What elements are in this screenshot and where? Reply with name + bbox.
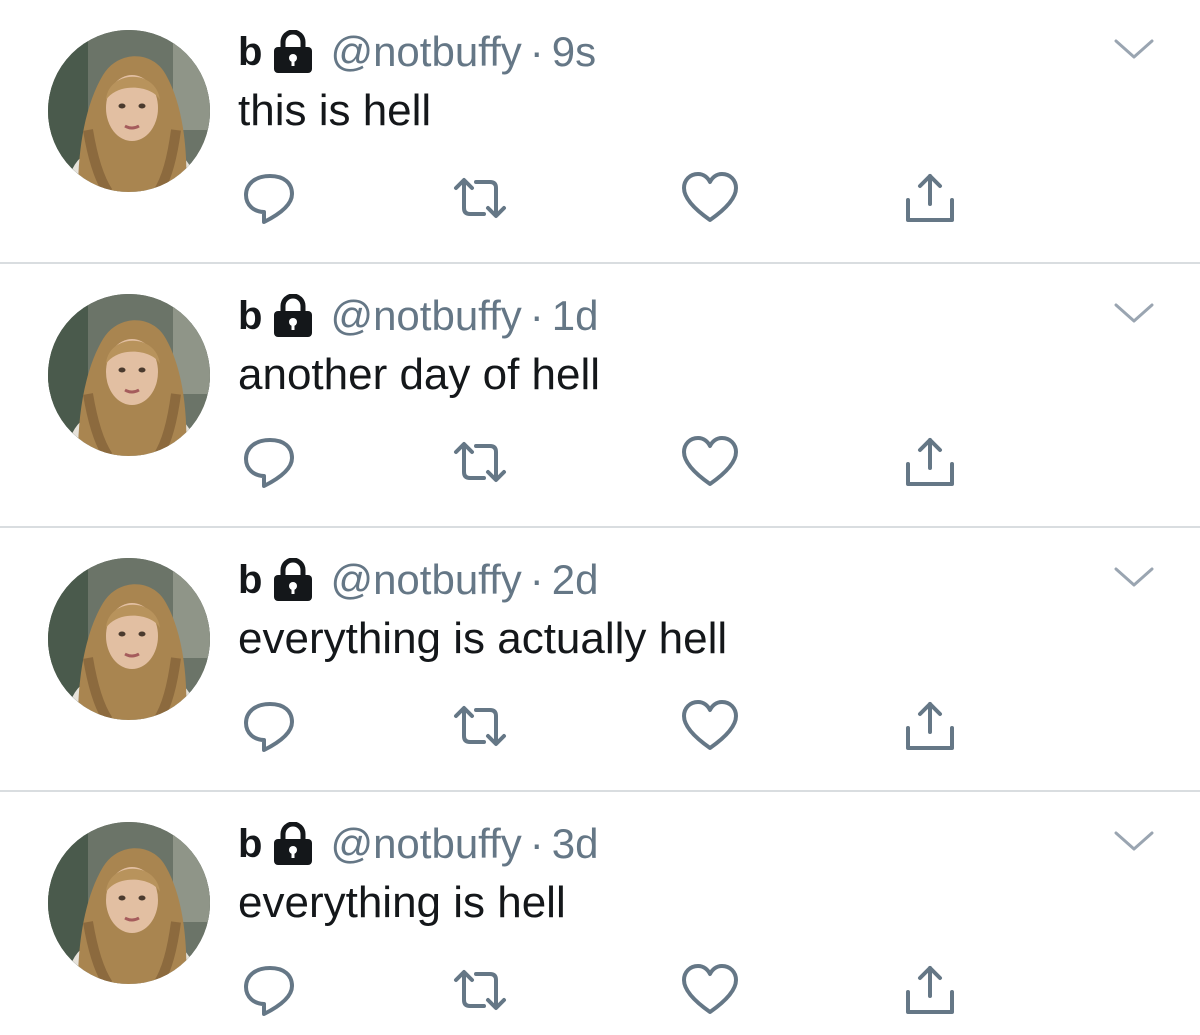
chevron-down-icon[interactable]: [1112, 36, 1156, 62]
chevron-down-icon[interactable]: [1112, 828, 1156, 854]
separator-dot: ·: [529, 820, 544, 867]
chevron-down-icon[interactable]: [1112, 300, 1156, 326]
timeline: b @notbuffy · 9s this is hell b @notbuff…: [0, 0, 1200, 1035]
reply-icon[interactable]: [240, 962, 300, 1018]
tweet-text: this is hell: [238, 86, 432, 135]
user-handle[interactable]: @notbuffy: [330, 292, 521, 340]
tweet-actions: [240, 962, 970, 1018]
tweet-text: everything is actually hell: [238, 614, 728, 663]
timestamp[interactable]: 3d: [552, 820, 599, 868]
share-icon[interactable]: [900, 434, 960, 490]
display-name[interactable]: b: [238, 822, 262, 867]
retweet-icon[interactable]: [450, 962, 510, 1018]
lock-icon: [274, 558, 313, 601]
avatar[interactable]: [48, 30, 210, 192]
tweet-header: b @notbuffy · 9s: [238, 24, 596, 80]
timestamp[interactable]: 9s: [552, 28, 596, 76]
retweet-icon[interactable]: [450, 434, 510, 490]
retweet-icon[interactable]: [450, 170, 510, 226]
tweet-actions: [240, 170, 970, 226]
lock-icon: [274, 822, 313, 865]
reply-icon[interactable]: [240, 698, 300, 754]
heart-icon[interactable]: [680, 698, 740, 754]
avatar[interactable]: [48, 294, 210, 456]
tweet-text: another day of hell: [238, 350, 601, 399]
tweet-header: b @notbuffy · 3d: [238, 816, 598, 872]
tweet-actions: [240, 434, 970, 490]
display-name[interactable]: b: [238, 558, 262, 603]
display-name[interactable]: b: [238, 294, 262, 339]
separator-dot: ·: [529, 292, 544, 339]
share-icon[interactable]: [900, 170, 960, 226]
heart-icon[interactable]: [680, 170, 740, 226]
share-icon[interactable]: [900, 962, 960, 1018]
chevron-down-icon[interactable]: [1112, 564, 1156, 590]
user-handle[interactable]: @notbuffy: [330, 820, 521, 868]
heart-icon[interactable]: [680, 962, 740, 1018]
separator-dot: ·: [529, 28, 544, 75]
display-name[interactable]: b: [238, 30, 262, 75]
user-handle[interactable]: @notbuffy: [330, 28, 521, 76]
reply-icon[interactable]: [240, 434, 300, 490]
heart-icon[interactable]: [680, 434, 740, 490]
retweet-icon[interactable]: [450, 698, 510, 754]
tweet-header: b @notbuffy · 2d: [238, 552, 598, 608]
lock-icon: [274, 294, 313, 337]
reply-icon[interactable]: [240, 170, 300, 226]
timestamp[interactable]: 2d: [552, 556, 599, 604]
user-handle[interactable]: @notbuffy: [330, 556, 521, 604]
separator-dot: ·: [529, 556, 544, 603]
avatar[interactable]: [48, 558, 210, 720]
timestamp[interactable]: 1d: [552, 292, 599, 340]
tweet-actions: [240, 698, 970, 754]
tweet[interactable]: b @notbuffy · 3d everything is hell: [0, 792, 1200, 1035]
tweet[interactable]: b @notbuffy · 2d everything is actually …: [0, 528, 1200, 792]
tweet[interactable]: b @notbuffy · 9s this is hell: [0, 0, 1200, 264]
tweet[interactable]: b @notbuffy · 1d another day of hell: [0, 264, 1200, 528]
avatar[interactable]: [48, 822, 210, 984]
lock-icon: [274, 30, 313, 73]
tweet-text: everything is hell: [238, 878, 566, 927]
share-icon[interactable]: [900, 698, 960, 754]
tweet-header: b @notbuffy · 1d: [238, 288, 598, 344]
